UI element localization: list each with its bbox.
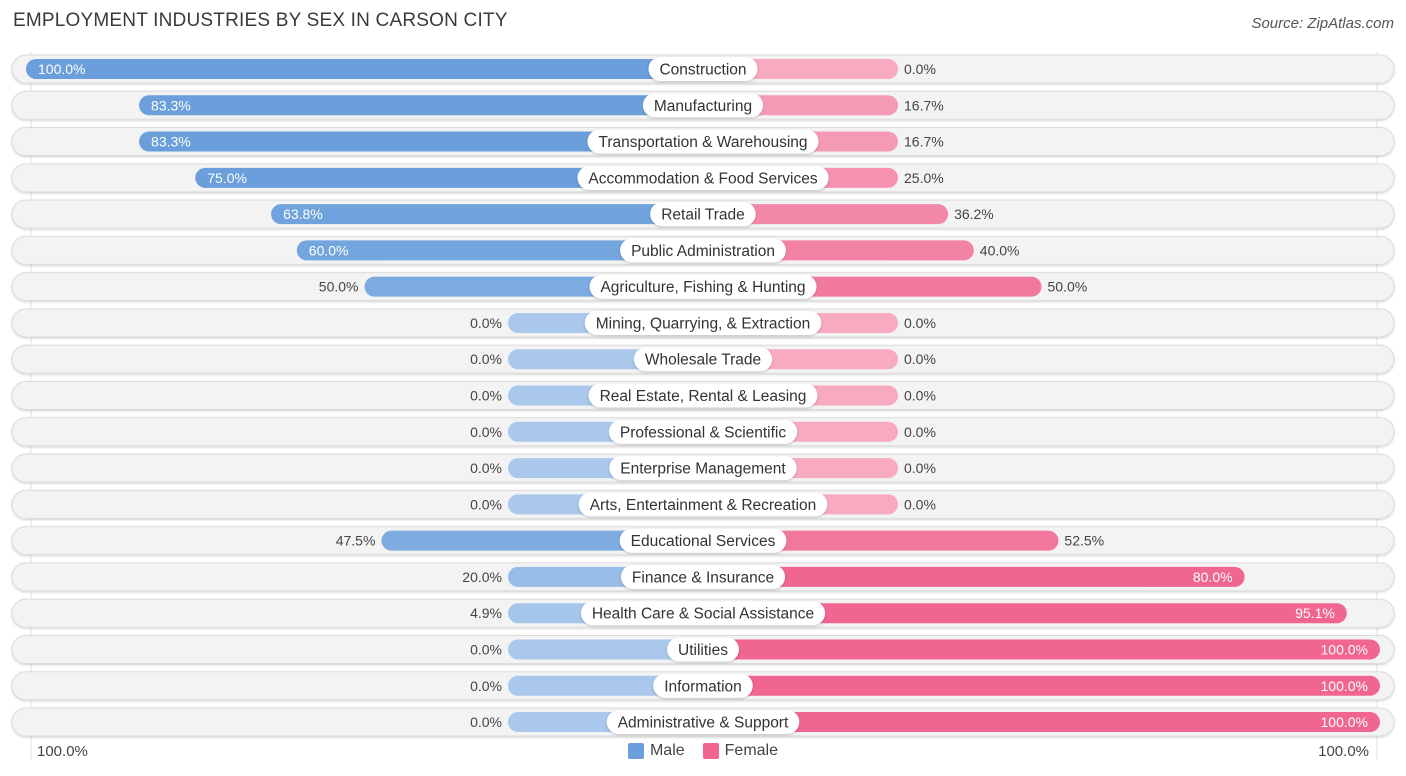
male-value-label: 0.0% bbox=[470, 351, 502, 367]
female-value-label: 95.1% bbox=[1295, 605, 1335, 621]
female-value-label: 0.0% bbox=[904, 351, 936, 367]
chart-plot: 100.0% 0.0% Construction 83.3% 16.7% Manufact… bbox=[11, 52, 1395, 760]
male-value-label: 47.5% bbox=[336, 533, 376, 549]
female-value-label: 0.0% bbox=[904, 424, 936, 440]
female-bar bbox=[703, 675, 1380, 696]
category-label: Arts, Entertainment & Recreation bbox=[590, 497, 817, 514]
category-label: Public Administration bbox=[631, 243, 775, 260]
category-label: Manufacturing bbox=[654, 98, 752, 115]
male-bar bbox=[139, 95, 703, 116]
male-value-label: 60.0% bbox=[309, 242, 349, 258]
legend-label-female: Female bbox=[724, 742, 779, 759]
bar-row[interactable]: 83.3% 16.7% Transportation & Warehousing bbox=[11, 127, 1395, 157]
legend-item-female[interactable]: Female bbox=[702, 742, 779, 760]
male-value-label: 83.3% bbox=[151, 134, 191, 150]
female-value-label: 100.0% bbox=[1321, 714, 1368, 730]
bar-row[interactable]: 0.0% 0.0% Enterprise Management bbox=[11, 453, 1395, 483]
male-bar bbox=[26, 59, 703, 79]
female-value-label: 16.7% bbox=[904, 97, 944, 113]
bar-row[interactable]: 0.0% 0.0% Real Estate, Rental & Leasing bbox=[11, 381, 1395, 411]
category-label: Finance & Insurance bbox=[632, 569, 774, 586]
category-label: Professional & Scientific bbox=[620, 424, 787, 441]
category-label: Health Care & Social Assistance bbox=[592, 606, 814, 623]
female-value-label: 80.0% bbox=[1193, 569, 1233, 585]
category-label: Administrative & Support bbox=[618, 715, 789, 732]
female-value-label: 40.0% bbox=[980, 242, 1020, 258]
bar-row[interactable]: 47.5% 52.5% Educational Services bbox=[11, 526, 1395, 556]
bar-row[interactable]: 100.0% 0.0% Construction bbox=[11, 54, 1395, 84]
female-value-label: 50.0% bbox=[1048, 279, 1088, 295]
bar-row[interactable]: 0.0% 100.0% Information bbox=[11, 671, 1395, 701]
category-label: Construction bbox=[659, 62, 746, 79]
legend-item-male[interactable]: Male bbox=[627, 742, 685, 760]
category-label: Real Estate, Rental & Leasing bbox=[600, 388, 807, 405]
male-value-label: 50.0% bbox=[319, 279, 359, 295]
bar-row[interactable]: 60.0% 40.0% Public Administration bbox=[11, 235, 1395, 265]
female-value-label: 16.7% bbox=[904, 134, 944, 150]
female-value-label: 0.0% bbox=[904, 496, 936, 512]
bar-row[interactable]: 0.0% 0.0% Mining, Quarrying, & Extraction bbox=[11, 308, 1395, 338]
category-label: Mining, Quarrying, & Extraction bbox=[596, 315, 811, 332]
bar-row[interactable]: 20.0% 80.0% Finance & Insurance bbox=[11, 562, 1395, 592]
female-value-label: 0.0% bbox=[904, 460, 936, 476]
female-bar bbox=[703, 639, 1380, 660]
category-label: Wholesale Trade bbox=[645, 352, 761, 369]
female-value-label: 0.0% bbox=[904, 388, 936, 404]
legend-label-male: Male bbox=[649, 742, 685, 759]
male-value-label: 20.0% bbox=[462, 569, 502, 585]
category-label: Retail Trade bbox=[661, 207, 745, 224]
male-value-label: 0.0% bbox=[470, 641, 502, 657]
bar-row[interactable]: 83.3% 16.7% Manufacturing bbox=[11, 90, 1395, 120]
category-label: Transportation & Warehousing bbox=[598, 134, 807, 151]
category-label: Agriculture, Fishing & Hunting bbox=[600, 279, 805, 296]
male-value-label: 63.8% bbox=[283, 206, 323, 222]
bar-row[interactable]: 63.8% 36.2% Retail Trade bbox=[11, 199, 1395, 229]
bar-row[interactable]: 0.0% 0.0% Arts, Entertainment & Recreation bbox=[11, 489, 1395, 519]
category-label: Educational Services bbox=[631, 533, 776, 550]
female-value-label: 36.2% bbox=[954, 206, 994, 222]
female-value-label: 52.5% bbox=[1064, 533, 1104, 549]
male-value-label: 100.0% bbox=[38, 61, 85, 77]
category-label: Accommodation & Food Services bbox=[588, 170, 817, 187]
female-value-label: 0.0% bbox=[904, 61, 936, 77]
legend-swatch-female bbox=[702, 743, 719, 759]
category-label: Enterprise Management bbox=[620, 461, 786, 478]
bar-row[interactable]: 50.0% 50.0% Agriculture, Fishing & Hunting bbox=[11, 272, 1395, 302]
male-value-label: 0.0% bbox=[470, 315, 502, 331]
male-value-label: 75.0% bbox=[207, 170, 247, 186]
female-value-label: 25.0% bbox=[904, 170, 944, 186]
male-value-label: 0.0% bbox=[470, 424, 502, 440]
female-value-label: 0.0% bbox=[904, 315, 936, 331]
bar-row[interactable]: 0.0% 100.0% Utilities bbox=[11, 634, 1395, 664]
male-value-label: 0.0% bbox=[470, 678, 502, 694]
bar-row[interactable]: 75.0% 25.0% Accommodation & Food Services bbox=[11, 163, 1395, 193]
male-value-label: 4.9% bbox=[470, 605, 502, 621]
bar-row[interactable]: 0.0% 0.0% Wholesale Trade bbox=[11, 344, 1395, 374]
bar-row[interactable]: 4.9% 95.1% Health Care & Social Assistance bbox=[11, 598, 1395, 628]
bar-row[interactable]: 0.0% 100.0% Administrative & Support bbox=[11, 707, 1395, 737]
male-bar bbox=[271, 204, 703, 225]
male-value-label: 83.3% bbox=[151, 97, 191, 113]
male-value-label: 0.0% bbox=[470, 714, 502, 730]
female-bar bbox=[703, 712, 1380, 733]
female-value-label: 100.0% bbox=[1321, 641, 1368, 657]
male-value-label: 0.0% bbox=[470, 460, 502, 476]
legend-swatch-male bbox=[627, 743, 644, 759]
legend: Male Female bbox=[0, 742, 1406, 760]
male-value-label: 0.0% bbox=[470, 388, 502, 404]
category-label: Information bbox=[664, 678, 742, 695]
male-value-label: 0.0% bbox=[470, 496, 502, 512]
female-value-label: 100.0% bbox=[1321, 678, 1368, 694]
category-label: Utilities bbox=[678, 642, 728, 659]
bar-row[interactable]: 0.0% 0.0% Professional & Scientific bbox=[11, 417, 1395, 447]
